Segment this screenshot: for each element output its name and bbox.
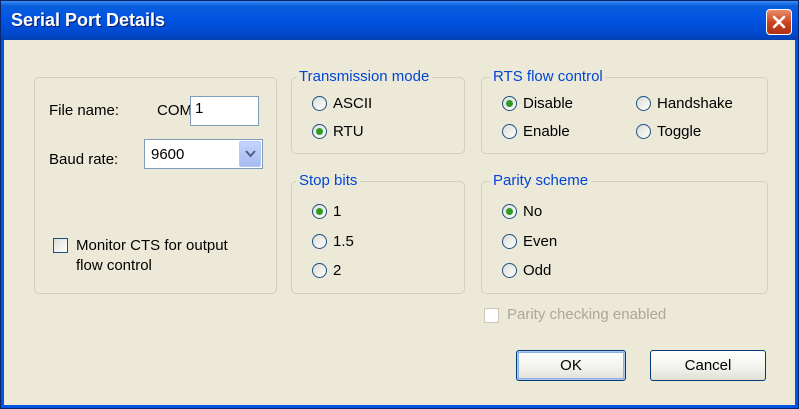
- radio-rts-disable-label: Disable: [523, 95, 574, 112]
- radio-stop-1-label: 1: [333, 203, 342, 220]
- radio-rts-handshake-indicator[interactable]: [636, 96, 651, 111]
- parity-checking-row[interactable]: Parity checking enabled: [484, 306, 666, 323]
- cancel-button[interactable]: Cancel: [650, 350, 766, 381]
- baud-rate-select[interactable]: 9600: [144, 139, 263, 169]
- title-bar[interactable]: Serial Port Details: [1, 1, 798, 40]
- radio-parity-no-label: No: [523, 203, 543, 220]
- radio-stop-1-indicator[interactable]: [312, 204, 327, 219]
- parity-checking-checkbox[interactable]: [484, 308, 499, 323]
- window-title: Serial Port Details: [11, 10, 166, 30]
- radio-stop-2[interactable]: 2: [312, 262, 341, 279]
- rts-flow-control-group: RTS flow control: [481, 68, 768, 154]
- radio-parity-odd[interactable]: Odd: [502, 262, 551, 279]
- chevron-down-icon: [245, 150, 256, 158]
- radio-rts-toggle-indicator[interactable]: [636, 124, 651, 139]
- radio-stop-1[interactable]: 1: [312, 203, 341, 220]
- radio-stop-1-5[interactable]: 1.5: [312, 233, 354, 250]
- transmission-mode-title: Transmission mode: [296, 68, 433, 85]
- file-name-label: File name:: [49, 102, 120, 119]
- monitor-cts-checkbox-row[interactable]: Monitor CTS for output flow control: [53, 236, 228, 276]
- com-prefix-label: COM: [157, 102, 192, 119]
- monitor-cts-checkbox[interactable]: [53, 238, 68, 253]
- close-icon: [772, 15, 786, 29]
- transmission-mode-group: Transmission mode: [291, 68, 465, 154]
- ok-button[interactable]: OK: [516, 350, 626, 381]
- radio-parity-odd-label: Odd: [523, 262, 552, 279]
- baud-rate-value: 9600: [151, 146, 185, 163]
- radio-rts-handshake-label: Handshake: [657, 95, 733, 112]
- radio-rts-disable[interactable]: Disable: [502, 95, 573, 112]
- radio-ascii[interactable]: ASCII: [312, 95, 372, 112]
- radio-rts-toggle-label: Toggle: [657, 123, 702, 140]
- stop-bits-title: Stop bits: [296, 172, 361, 189]
- parity-checking-label: Parity checking enabled: [507, 306, 667, 323]
- monitor-cts-label: Monitor CTS for output flow control: [76, 237, 228, 274]
- radio-ascii-indicator[interactable]: [312, 96, 327, 111]
- radio-parity-odd-indicator[interactable]: [502, 263, 517, 278]
- rts-flow-control-title: RTS flow control: [490, 68, 606, 85]
- baud-rate-label: Baud rate:: [49, 151, 119, 168]
- radio-parity-no[interactable]: No: [502, 203, 542, 220]
- radio-parity-no-indicator[interactable]: [502, 204, 517, 219]
- radio-parity-even-label: Even: [523, 233, 558, 250]
- serial-port-dialog: Serial Port Details File name: COM 1 Bau…: [0, 0, 799, 409]
- radio-rtu-indicator[interactable]: [312, 124, 327, 139]
- radio-rtu[interactable]: RTU: [312, 123, 364, 140]
- radio-stop-1-5-indicator[interactable]: [312, 234, 327, 249]
- com-port-input[interactable]: 1: [190, 96, 259, 126]
- radio-rts-toggle[interactable]: Toggle: [636, 123, 701, 140]
- radio-stop-2-indicator[interactable]: [312, 263, 327, 278]
- radio-stop-1-5-label: 1.5: [333, 233, 354, 250]
- close-button[interactable]: [766, 9, 792, 35]
- radio-stop-2-label: 2: [333, 262, 342, 279]
- dialog-client-area: File name: COM 1 Baud rate: 9600 Monitor…: [4, 40, 795, 405]
- parity-scheme-title: Parity scheme: [490, 172, 592, 189]
- radio-rts-enable-indicator[interactable]: [502, 124, 517, 139]
- radio-rtu-label: RTU: [333, 123, 364, 140]
- baud-rate-dropdown-button[interactable]: [239, 141, 261, 167]
- radio-parity-even-indicator[interactable]: [502, 234, 517, 249]
- radio-ascii-label: ASCII: [333, 95, 373, 112]
- radio-parity-even[interactable]: Even: [502, 233, 557, 250]
- radio-rts-disable-indicator[interactable]: [502, 96, 517, 111]
- radio-rts-handshake[interactable]: Handshake: [636, 95, 733, 112]
- radio-rts-enable-label: Enable: [523, 123, 570, 140]
- radio-rts-enable[interactable]: Enable: [502, 123, 570, 140]
